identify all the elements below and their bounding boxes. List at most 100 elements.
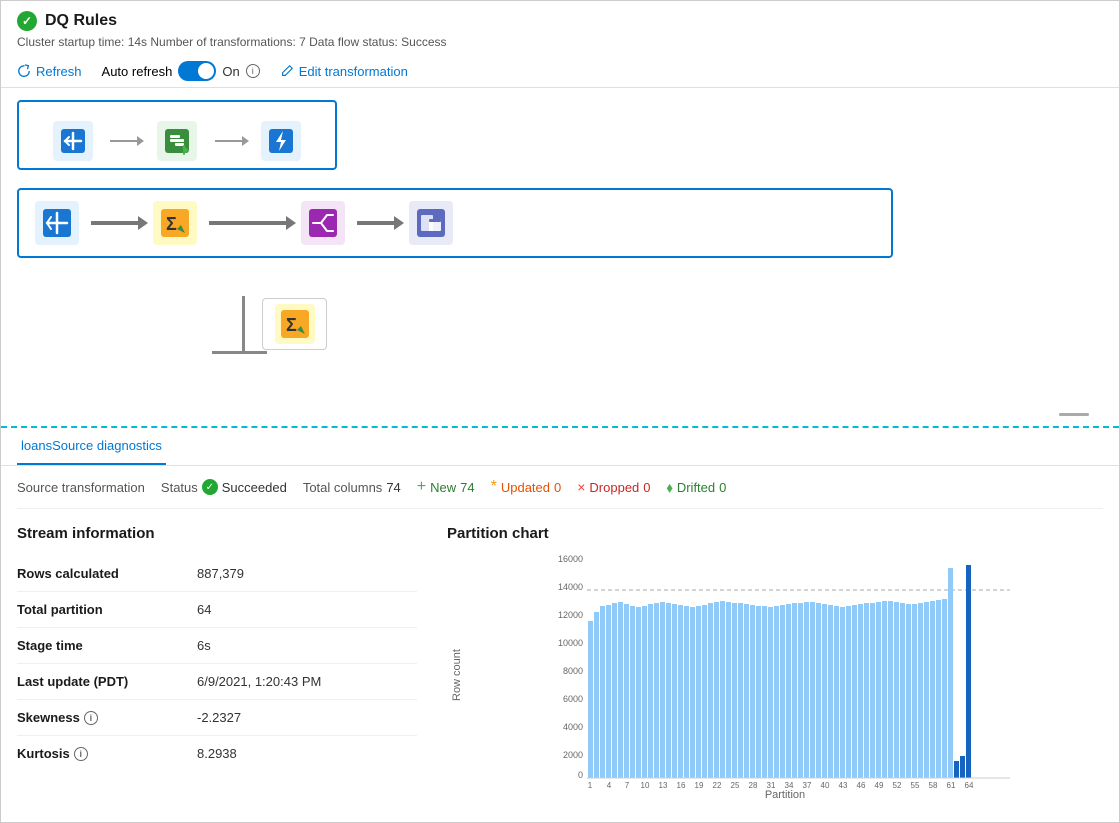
updated-value: 0 xyxy=(554,480,561,495)
svg-text:14000: 14000 xyxy=(558,582,583,592)
flow-row-1 xyxy=(17,100,337,170)
tab-loans-source[interactable]: loansSource diagnostics xyxy=(17,428,166,465)
sigma-node-1[interactable]: Σ xyxy=(145,196,205,251)
source-node-1[interactable] xyxy=(39,114,106,169)
sigma-icon-2: Σ xyxy=(279,308,311,340)
svg-text:2000: 2000 xyxy=(563,750,583,760)
success-icon xyxy=(17,11,37,31)
source-icon-2 xyxy=(41,207,73,239)
new-dot: + xyxy=(417,478,426,496)
svg-text:55: 55 xyxy=(911,781,920,790)
branch-area: Σ xyxy=(212,296,327,350)
split-icon xyxy=(307,207,339,239)
source-node-2[interactable] xyxy=(27,196,87,251)
source-transformation-item: Source transformation xyxy=(17,480,145,495)
svg-text:8000: 8000 xyxy=(563,666,583,676)
info-key-3: Last update (PDT) xyxy=(17,674,197,689)
new-label: New xyxy=(430,480,456,495)
stream-info: Stream information Rows calculated 887,3… xyxy=(17,525,417,801)
auto-refresh-info-icon[interactable]: i xyxy=(246,64,260,78)
info-val-4: -2.2327 xyxy=(197,710,241,725)
info-row-1: Total partition 64 xyxy=(17,592,417,628)
refresh-button[interactable]: Refresh xyxy=(17,64,82,79)
info-row-2: Stage time 6s xyxy=(17,628,417,664)
branch-connector-h xyxy=(212,351,267,354)
svg-text:19: 19 xyxy=(695,781,704,790)
canvas-area: Σ xyxy=(1,88,1119,428)
new-item: + New 74 xyxy=(417,478,475,496)
svg-text:12000: 12000 xyxy=(558,610,583,620)
partition-chart: Partition chart Row count 16000 14000 12… xyxy=(447,525,1103,801)
svg-text:6000: 6000 xyxy=(563,694,583,704)
chart-svg: 16000 14000 12000 10000 8000 6000 4000 2… xyxy=(467,550,1103,790)
info-key-0: Rows calculated xyxy=(17,566,197,581)
window-node[interactable] xyxy=(401,196,461,251)
svg-text:52: 52 xyxy=(893,781,902,790)
svg-text:25: 25 xyxy=(731,781,740,790)
title-bar: DQ Rules xyxy=(1,1,1119,35)
svg-text:43: 43 xyxy=(839,781,848,790)
svg-text:16: 16 xyxy=(677,781,686,790)
partition-chart-title: Partition chart xyxy=(447,525,1103,542)
status-item: Status Succeeded xyxy=(161,479,287,495)
split-node[interactable] xyxy=(293,196,353,251)
dropped-dot: × xyxy=(577,479,585,495)
drifted-dot: ⬧ xyxy=(667,479,673,496)
dropped-label: Dropped xyxy=(589,480,639,495)
info-row-0: Rows calculated 887,379 xyxy=(17,556,417,592)
bolt-node-1[interactable] xyxy=(248,114,315,169)
arrow-1 xyxy=(110,140,139,142)
dropped-value: 0 xyxy=(643,480,650,495)
edit-transformation-button[interactable]: Edit transformation xyxy=(280,64,408,79)
refresh-icon xyxy=(17,64,31,78)
flow-nodes-row2: Σ xyxy=(17,196,461,251)
bolt-icon-1 xyxy=(265,125,297,157)
sigma-node-2[interactable]: Σ xyxy=(262,298,327,350)
sigma-icon-1: Σ xyxy=(159,207,191,239)
chart-area: 16000 14000 12000 10000 8000 6000 4000 2… xyxy=(467,550,1103,801)
info-val-0: 887,379 xyxy=(197,566,244,581)
svg-text:49: 49 xyxy=(875,781,884,790)
svg-text:16000: 16000 xyxy=(558,554,583,564)
main-content: Stream information Rows calculated 887,3… xyxy=(17,525,1103,801)
status-label: Status xyxy=(161,480,198,495)
dropped-item: × Dropped 0 xyxy=(577,479,650,495)
updated-label: Updated xyxy=(501,480,550,495)
flow-row-2: Σ xyxy=(17,188,1103,258)
transform-node-1[interactable] xyxy=(143,114,210,169)
svg-text:7: 7 xyxy=(625,781,630,790)
auto-refresh-toggle[interactable] xyxy=(178,61,216,81)
svg-text:1: 1 xyxy=(588,781,593,790)
arrow-thick-1 xyxy=(91,221,141,225)
svg-text:10000: 10000 xyxy=(558,638,583,648)
info-row-3: Last update (PDT) 6/9/2021, 1:20:43 PM xyxy=(17,664,417,700)
svg-text:0: 0 xyxy=(578,770,583,780)
updated-item: * Updated 0 xyxy=(491,478,562,496)
svg-text:4: 4 xyxy=(607,781,612,790)
transform-icon-1 xyxy=(161,125,193,157)
info-val-5: 8.2938 xyxy=(197,746,237,761)
skewness-info-icon[interactable]: i xyxy=(84,711,98,725)
diagnostics-content: Source transformation Status Succeeded T… xyxy=(1,466,1119,822)
chart-body: Row count 16000 14000 12000 10000 8000 6… xyxy=(447,550,1103,801)
scrollbar-hint xyxy=(1059,413,1089,416)
auto-refresh-group: Auto refresh On i xyxy=(102,61,260,81)
tab-bar: loansSource diagnostics xyxy=(1,428,1119,466)
svg-text:4000: 4000 xyxy=(563,722,583,732)
svg-text:46: 46 xyxy=(857,781,866,790)
svg-text:Σ: Σ xyxy=(286,315,297,335)
main-container: DQ Rules Cluster startup time: 14s Numbe… xyxy=(0,0,1120,823)
info-key-4: Skewness i xyxy=(17,710,197,725)
info-key-1: Total partition xyxy=(17,602,197,617)
svg-text:22: 22 xyxy=(713,781,722,790)
auto-refresh-label: Auto refresh xyxy=(102,64,173,79)
source-icon-1 xyxy=(57,125,89,157)
subtitle: Cluster startup time: 14s Number of tran… xyxy=(1,35,1119,55)
toggle-on-label: On xyxy=(222,64,239,79)
kurtosis-info-icon[interactable]: i xyxy=(74,747,88,761)
total-columns-item: Total columns 74 xyxy=(303,480,401,495)
info-table: Rows calculated 887,379 Total partition … xyxy=(17,556,417,771)
svg-text:61: 61 xyxy=(947,781,956,790)
svg-text:40: 40 xyxy=(821,781,830,790)
chart-container: Row count 16000 14000 12000 10000 8000 6… xyxy=(447,550,1103,801)
